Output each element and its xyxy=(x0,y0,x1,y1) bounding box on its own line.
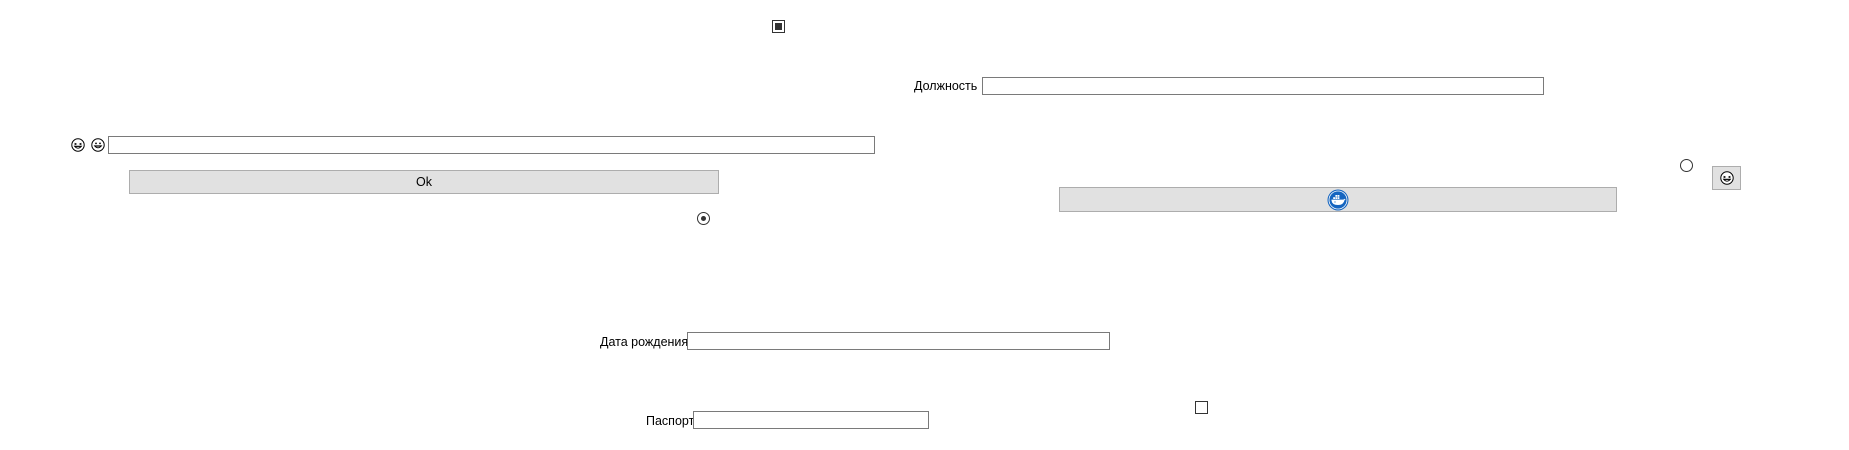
birthdate-field[interactable] xyxy=(687,332,1110,350)
grinning-squint-face-icon xyxy=(1719,171,1734,185)
window-canvas: Должность Ok Дата рождения Паспорт xyxy=(0,0,1849,450)
radio-right[interactable] xyxy=(1680,159,1693,172)
top-checkbox[interactable] xyxy=(772,20,785,33)
docker-whale-icon xyxy=(1327,189,1349,211)
emoji-button[interactable] xyxy=(1712,166,1741,190)
passport-label: Паспорт xyxy=(646,414,695,428)
grinning-squint-face-icon xyxy=(71,138,85,152)
radio-left[interactable] xyxy=(697,212,710,225)
passport-field[interactable] xyxy=(693,411,929,429)
position-label: Должность xyxy=(914,79,978,93)
emoji-text-field[interactable] xyxy=(108,136,875,154)
grinning-face-icon xyxy=(91,138,105,152)
ok-button-label: Ok xyxy=(416,175,432,189)
birthdate-label: Дата рождения xyxy=(600,335,689,349)
bottom-checkbox[interactable] xyxy=(1195,401,1208,414)
ok-button[interactable]: Ok xyxy=(129,170,719,194)
whale-button[interactable] xyxy=(1059,187,1617,212)
position-field[interactable] xyxy=(982,77,1544,95)
